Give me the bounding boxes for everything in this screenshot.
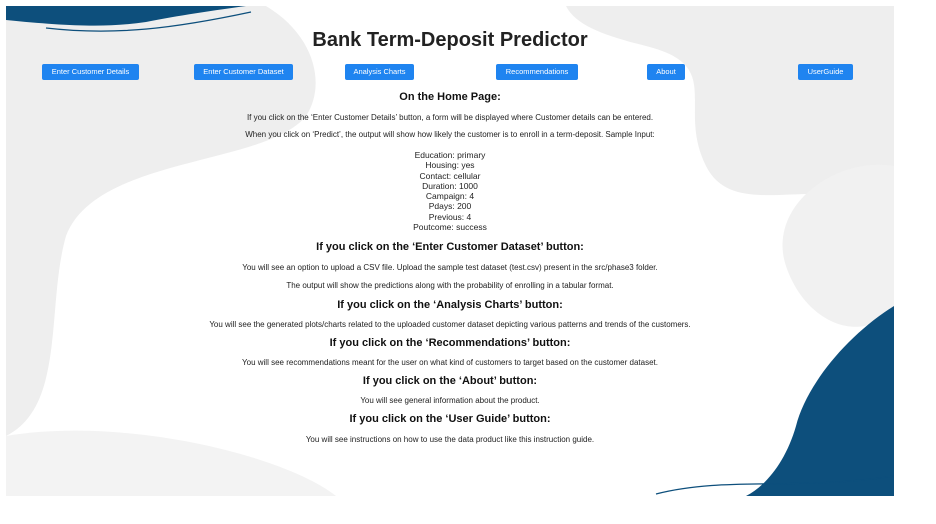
sample-input-item: Poutcome: success [413,222,487,233]
enter-customer-dataset-button[interactable]: Enter Customer Dataset [194,64,293,80]
analysis-charts-button[interactable]: Analysis Charts [345,64,414,80]
sample-input-item: Education: primary [414,150,486,160]
sample-input-item: Pdays: 200 [428,201,472,212]
recommendations-section-heading: If you click on the ‘Recommendations’ bu… [329,337,571,350]
main-content: Bank Term-Deposit Predictor Enter Custom… [6,6,894,444]
about-button[interactable]: About [647,64,685,80]
home-line-1: If you click on the ‘Enter Customer Deta… [246,113,654,122]
page: Bank Term-Deposit Predictor Enter Custom… [6,6,894,496]
home-heading: On the Home Page: [399,91,501,103]
home-line-2: When you click on ‘Predict’, the output … [245,130,655,139]
recommendations-button[interactable]: Recommendations [496,64,578,80]
sample-input-item: Contact: cellular [419,170,481,181]
sample-input-item: Campaign: 4 [425,191,475,202]
nav-bar: Enter Customer Details Enter Customer Da… [6,64,894,84]
dataset-section-heading: If you click on the ‘Enter Customer Data… [316,241,584,254]
dataset-line-1: You will see an option to upload a CSV f… [242,263,658,273]
userguide-section-heading: If you click on the ‘User Guide’ button: [349,413,551,426]
sample-input-list: Education: primary Housing: yes Contact:… [6,150,894,232]
charts-section-heading: If you click on the ‘Analysis Charts’ bu… [337,299,563,312]
userguide-line-1: You will see instructions on how to use … [305,435,595,445]
enter-customer-details-button[interactable]: Enter Customer Details [42,64,139,80]
sample-input-item: Duration: 1000 [422,180,478,191]
sample-input-item: Previous: 4 [428,211,472,222]
about-section-heading: If you click on the ‘About’ button: [362,375,538,388]
recommendations-line-1: You will see recommendations meant for t… [242,358,658,368]
about-line-1: You will see general information about t… [360,396,540,406]
dataset-line-2: The output will show the predictions alo… [286,281,614,291]
sample-input-item: Housing: yes [425,160,475,171]
page-title: Bank Term-Deposit Predictor [312,29,588,51]
charts-line-1: You will see the generated plots/charts … [209,320,691,330]
userguide-button[interactable]: UserGuide [798,64,853,80]
